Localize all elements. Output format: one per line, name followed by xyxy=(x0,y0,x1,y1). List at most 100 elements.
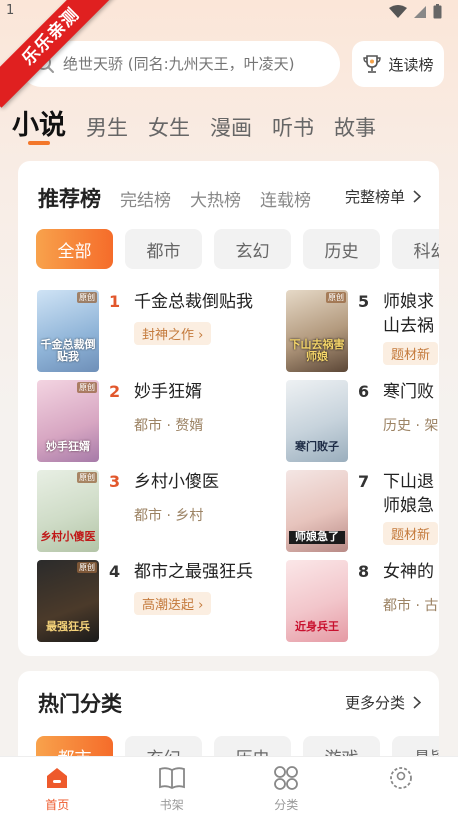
cover-badge: 原创 xyxy=(77,472,97,483)
chip-scifi[interactable]: 科幻 xyxy=(392,229,439,269)
book-item[interactable]: 师娘急了 7 下山退 师娘急 题材新 xyxy=(286,470,439,552)
book-tag: 题材新 xyxy=(383,342,439,365)
nav-bookshelf[interactable]: 书架 xyxy=(115,757,230,820)
book-title: 下山退 xyxy=(383,472,434,492)
wifi-icon xyxy=(389,4,407,18)
tab-comic[interactable]: 漫画 xyxy=(210,112,252,142)
chip-all[interactable]: 全部 xyxy=(36,229,113,269)
rank-number: 6 xyxy=(358,382,370,401)
rank-tabs: 推荐榜 完结榜 大热榜 连载榜 xyxy=(38,183,330,213)
book-title: 妙手狂婿 xyxy=(134,382,202,402)
rank-number: 8 xyxy=(358,562,370,581)
book-cover: 原创 千金总裁倒贴我 xyxy=(37,290,99,372)
book-info: 都市之最强狂兵 高潮迭起 › xyxy=(134,560,253,615)
book-cover: 原创 妙手狂婿 xyxy=(37,380,99,462)
book-item[interactable]: 原创 乡村小傻医 3 乡村小傻医 都市 · 乡村 xyxy=(37,470,297,552)
cover-badge: 原创 xyxy=(77,382,97,393)
status-icons xyxy=(389,4,442,19)
book-genre: 都市 · 赘婿 xyxy=(134,418,204,434)
nav-profile[interactable] xyxy=(344,757,458,820)
more-categories-label: 更多分类 xyxy=(344,694,405,712)
genre-chips: 全部 都市 玄幻 历史 科幻 xyxy=(36,229,439,269)
cover-title: 师娘急了 xyxy=(289,531,345,544)
cover-badge: 原创 xyxy=(326,292,346,303)
tab-audiobook[interactable]: 听书 xyxy=(272,112,314,142)
book-cover: 原创 乡村小傻医 xyxy=(37,470,99,552)
cover-title: 近身兵王 xyxy=(295,620,339,634)
book-info: 寒门败 历史 · 架 xyxy=(383,380,438,435)
chevron-right-icon xyxy=(413,190,421,203)
trophy-icon xyxy=(363,55,382,73)
chip-history[interactable]: 历史 xyxy=(303,229,380,269)
rank-number: 7 xyxy=(358,472,370,491)
book-cover: 师娘急了 xyxy=(286,470,348,552)
book-info: 下山退 师娘急 题材新 xyxy=(383,470,439,545)
tab-serial[interactable]: 连载榜 xyxy=(260,186,311,211)
book-title: 女神的 xyxy=(383,562,434,582)
bottom-nav: 首页 书架 分类 xyxy=(0,756,458,820)
book-title-line2: 师娘急 xyxy=(383,496,434,516)
tab-male[interactable]: 男生 xyxy=(86,112,128,142)
book-info: 乡村小傻医 都市 · 乡村 xyxy=(134,470,219,525)
book-title: 乡村小傻医 xyxy=(134,472,219,492)
chip-urban[interactable]: 都市 xyxy=(125,229,202,269)
book-cover: 近身兵王 xyxy=(286,560,348,642)
book-tag: 题材新 xyxy=(383,522,439,545)
cover-title: 乡村小傻医 xyxy=(40,530,96,544)
nav-category[interactable]: 分类 xyxy=(229,757,344,820)
book-item[interactable]: 原创 下山去祸害师娘 5 师娘求 山去祸 题材新 xyxy=(286,290,439,372)
book-genre: 都市 · 古 xyxy=(383,598,439,614)
category-icon xyxy=(274,766,299,790)
book-tag: 高潮迭起 › xyxy=(134,592,212,615)
book-item[interactable]: 原创 千金总裁倒贴我 1 千金总裁倒贴我 封神之作 › xyxy=(37,290,297,372)
rank-number: 2 xyxy=(109,382,121,401)
rank-number: 5 xyxy=(358,292,370,311)
book-item[interactable]: 原创 妙手狂婿 2 妙手狂婿 都市 · 赘婿 xyxy=(37,380,297,462)
book-title: 寒门败 xyxy=(383,382,434,402)
profile-icon xyxy=(389,767,412,789)
more-categories-link[interactable]: 更多分类 xyxy=(345,692,421,713)
cover-badge: 原创 xyxy=(77,562,97,573)
book-item[interactable]: 近身兵王 8 女神的 都市 · 古 xyxy=(286,560,439,642)
rank-number: 3 xyxy=(109,472,121,491)
main-tabs: 小说 男生 女生 漫画 听书 故事 xyxy=(12,103,396,142)
book-cover: 原创 下山去祸害师娘 xyxy=(286,290,348,372)
tab-completed[interactable]: 完结榜 xyxy=(120,186,171,211)
book-title: 师娘求 xyxy=(383,292,434,312)
book-title: 都市之最强狂兵 xyxy=(134,562,253,582)
reading-rank-label: 连读榜 xyxy=(388,55,434,74)
chip-fantasy[interactable]: 玄幻 xyxy=(214,229,291,269)
tab-hot[interactable]: 大热榜 xyxy=(190,186,241,211)
search-box[interactable] xyxy=(19,41,340,87)
book-genre: 历史 · 架 xyxy=(383,418,439,434)
tab-story[interactable]: 故事 xyxy=(334,112,376,142)
book-info: 女神的 都市 · 古 xyxy=(383,560,438,615)
cover-badge: 原创 xyxy=(77,292,97,303)
cover-title: 千金总裁倒贴我 xyxy=(40,337,96,364)
tab-female[interactable]: 女生 xyxy=(148,112,190,142)
full-rank-link[interactable]: 完整榜单 xyxy=(345,186,421,207)
book-info: 妙手狂婿 都市 · 赘婿 xyxy=(134,380,203,435)
recommend-card: 推荐榜 完结榜 大热榜 连载榜 完整榜单 全部 都市 玄幻 历史 科幻 原创 千… xyxy=(18,161,439,656)
battery-icon xyxy=(433,4,442,19)
cover-title: 寒门败子 xyxy=(295,440,339,454)
book-item[interactable]: 寒门败子 6 寒门败 历史 · 架 xyxy=(286,380,439,462)
nav-bookshelf-label: 书架 xyxy=(159,798,184,812)
nav-home[interactable]: 首页 xyxy=(0,757,115,820)
search-input[interactable] xyxy=(63,55,323,73)
tab-novel[interactable]: 小说 xyxy=(12,103,66,142)
rank-number: 4 xyxy=(109,562,121,581)
tab-recommend[interactable]: 推荐榜 xyxy=(38,183,101,213)
signal-icon xyxy=(414,5,426,18)
reading-rank-button[interactable]: 连读榜 xyxy=(352,41,444,87)
book-item[interactable]: 原创 最强狂兵 4 都市之最强狂兵 高潮迭起 › xyxy=(37,560,297,642)
cover-title: 最强狂兵 xyxy=(46,620,90,634)
book-tag: 封神之作 › xyxy=(134,322,212,345)
book-cover: 原创 最强狂兵 xyxy=(37,560,99,642)
book-title: 千金总裁倒贴我 xyxy=(134,292,253,312)
book-info: 师娘求 山去祸 题材新 xyxy=(383,290,439,365)
bookshelf-icon xyxy=(158,767,185,790)
book-genre: 都市 · 乡村 xyxy=(134,508,204,524)
book-cover: 寒门败子 xyxy=(286,380,348,462)
active-tab-indicator xyxy=(28,141,50,145)
